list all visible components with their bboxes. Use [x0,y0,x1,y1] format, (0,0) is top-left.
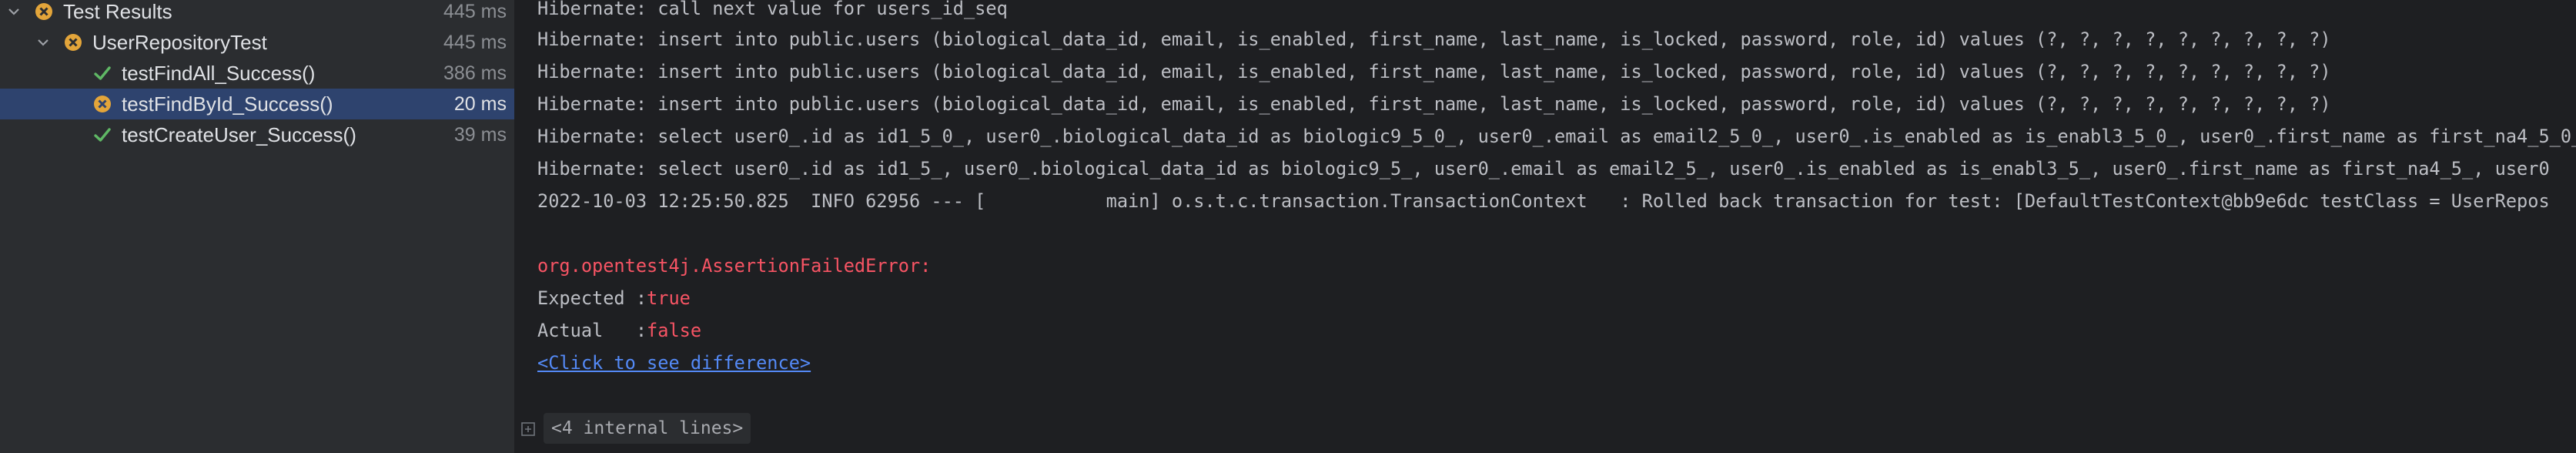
console-line: Hibernate: insert into public.users (bio… [537,29,2331,50]
tree-node-test-class[interactable]: UserRepositoryTest 445 ms [0,27,514,58]
tree-node-test-results[interactable]: Test Results 445 ms [0,0,514,27]
console-line: 2022-10-03 12:25:50.825 INFO 62956 --- [… [537,190,2550,212]
console-line: Hibernate: select user0_.id as id1_5_0_,… [537,126,2576,147]
duration-label: 39 ms [453,123,507,146]
test-tree: Test Results 445 ms UserRepositoryTest 4… [0,0,514,453]
folded-lines-label[interactable]: <4 internal lines> [544,413,751,444]
pass-check-icon [92,125,112,145]
actual-line: Actual :false [537,314,701,347]
actual-label: Actual : [537,320,647,341]
fail-status-icon [63,32,83,52]
fail-status-icon [34,2,54,22]
duration-label: 386 ms [443,62,507,84]
tree-node-label: testFindById_Success() [122,92,333,116]
tree-node-test-method[interactable]: testCreateUser_Success() 39 ms [0,119,514,150]
error-class-name: org.opentest4j.AssertionFailedError: [537,255,932,277]
console-output[interactable]: Hibernate: call next value for users_id_… [516,0,2576,453]
tree-node-label: testFindAll_Success() [122,61,316,85]
duration-label: 445 ms [443,0,507,22]
tree-node-test-method-selected[interactable]: testFindById_Success() 20 ms [0,89,514,119]
expected-line: Expected :true [537,282,691,314]
console-line: Hibernate: insert into public.users (bio… [537,61,2331,82]
fold-expand-icon[interactable] [520,420,536,436]
console-line: Hibernate: select user0_.id as id1_5_, u… [537,158,2550,180]
test-runner-window: Test Results 445 ms UserRepositoryTest 4… [0,0,2576,453]
tree-node-label: Test Results [63,0,172,23]
console-line: Hibernate: insert into public.users (bio… [537,93,2331,115]
see-difference-link[interactable]: <Click to see difference> [537,347,811,379]
duration-label: 20 ms [453,92,507,115]
expected-label: Expected : [537,287,647,309]
expected-value: true [647,287,691,309]
duration-label: 445 ms [443,31,507,53]
tree-node-test-method[interactable]: testFindAll_Success() 386 ms [0,58,514,89]
console-line: Hibernate: call next value for users_id_… [537,0,1008,19]
pass-check-icon [92,63,112,83]
tree-node-label: testCreateUser_Success() [122,122,356,146]
chevron-down-icon[interactable] [34,33,52,52]
folded-lines[interactable]: <4 internal lines> [516,409,770,448]
actual-value: false [647,320,702,341]
chevron-down-icon[interactable] [5,2,23,21]
tree-node-label: UserRepositoryTest [92,30,267,54]
fail-status-icon [92,94,112,114]
